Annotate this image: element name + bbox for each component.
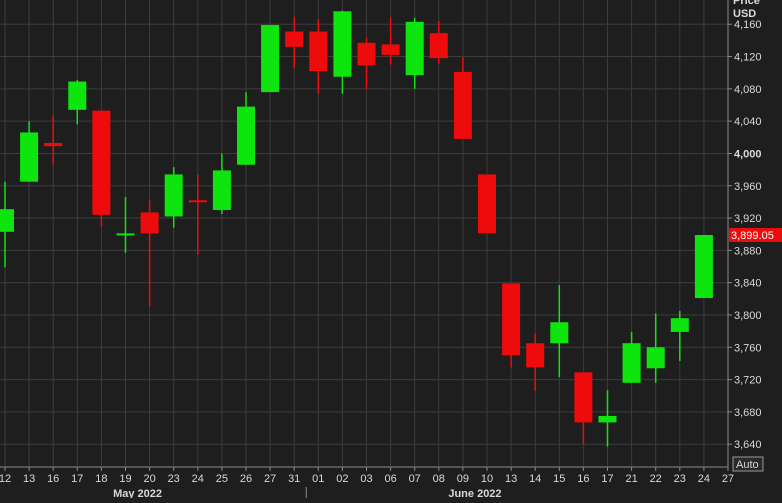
candle-body-down: [502, 283, 521, 356]
x-tick-label: 21: [625, 473, 637, 485]
x-tick-label: 22: [650, 473, 662, 485]
month-label: May 2022: [113, 488, 162, 498]
chart-svg: 12 13 16 17 18 19 20 23 24 25 26 27 31 01 02 03 06 07 08 09…: [0, 0, 782, 500]
candle-body-down: [429, 33, 448, 59]
candle-body-down: [526, 343, 545, 368]
x-tick-label: 12: [0, 473, 11, 485]
y-tick-label: 3,840: [734, 278, 762, 290]
x-tick-label: 24: [698, 473, 710, 485]
candle-body-down: [381, 44, 400, 55]
y-tick-label: 3,760: [734, 342, 762, 354]
x-tick-label: 27: [722, 473, 734, 485]
y-axis-unit: USD: [733, 8, 756, 20]
y-tick-label: 3,640: [734, 439, 762, 451]
x-tick-label: 19: [119, 473, 131, 485]
auto-scale-label: Auto: [736, 459, 759, 471]
x-tick-label: 23: [168, 473, 180, 485]
candle-body-up: [68, 81, 87, 110]
candle-body-up: [622, 343, 641, 383]
candle-body-down: [188, 200, 207, 203]
y-tick-label: 3,680: [734, 407, 762, 419]
candle-body-down: [478, 174, 496, 234]
y-tick-label: 3,960: [734, 181, 762, 193]
candle-body-up: [261, 25, 280, 93]
x-tick-label: 03: [360, 473, 372, 485]
x-tick-label: 15: [553, 473, 565, 485]
x-tick-label: 07: [409, 473, 421, 485]
candle-body-up: [212, 170, 231, 210]
x-tick-label: 14: [529, 473, 541, 485]
candle-body-down: [309, 31, 328, 72]
x-tick-label: 16: [577, 473, 589, 485]
candle-body-down: [574, 372, 593, 423]
y-tick-label: 3,720: [734, 375, 762, 387]
x-tick-label: 24: [192, 473, 204, 485]
candle-body-up: [670, 318, 689, 332]
x-tick-label: 18: [95, 473, 107, 485]
y-axis-title: Price: [733, 0, 760, 7]
candle-body-up: [116, 233, 135, 236]
candle-body-down: [140, 212, 159, 234]
x-tick-label: 16: [47, 473, 59, 485]
candle-body-down: [357, 42, 376, 66]
x-tick-label: 06: [384, 473, 396, 485]
x-tick-label: 25: [216, 473, 228, 485]
x-tick-label: 27: [264, 473, 276, 485]
x-tick-label: 01: [312, 473, 324, 485]
candle-body-up: [164, 174, 183, 217]
y-tick-label: 3,880: [734, 245, 762, 257]
last-price-label: 3,899.05: [731, 230, 774, 242]
x-tick-label: 17: [71, 473, 83, 485]
x-tick-label: 26: [240, 473, 252, 485]
candle-body-up: [237, 106, 255, 165]
candle-body-up: [646, 347, 665, 369]
candle-body-down: [92, 110, 111, 215]
candle-body-up: [550, 322, 569, 344]
candle-body-down: [44, 142, 63, 147]
candle-body-up: [333, 11, 352, 77]
x-tick-label: 13: [505, 473, 517, 485]
x-tick-label: 17: [601, 473, 613, 485]
y-tick-label: 4,160: [734, 19, 762, 31]
x-tick-label: 13: [23, 473, 35, 485]
candle-body-down: [453, 71, 472, 139]
y-tick-label: 4,080: [734, 84, 762, 96]
x-tick-label: 31: [288, 473, 300, 485]
candlestick-chart: 12 13 16 17 18 19 20 23 24 25 26 27 31 01 02 03 06 07 08 09…: [0, 0, 782, 500]
candle-body-up: [0, 209, 14, 232]
y-tick-label: 4,120: [734, 52, 762, 64]
candle-body-up: [694, 235, 713, 299]
candle-body-up: [405, 21, 424, 76]
month-label: June 2022: [448, 488, 501, 498]
x-tick-label: 09: [457, 473, 469, 485]
y-tick-label: 3,920: [734, 213, 762, 225]
y-tick-label: 4,000: [734, 148, 762, 160]
x-tick-label: 20: [143, 473, 155, 485]
candle-body-up: [598, 415, 617, 423]
candle-body-down: [285, 31, 304, 47]
x-tick-label: 10: [481, 473, 493, 485]
y-tick-label: 4,040: [734, 116, 762, 128]
x-tick-label: 23: [674, 473, 686, 485]
x-tick-label: 08: [433, 473, 445, 485]
x-tick-label: 02: [336, 473, 348, 485]
y-tick-label: 3,800: [734, 310, 762, 322]
candle-body-up: [20, 132, 39, 182]
